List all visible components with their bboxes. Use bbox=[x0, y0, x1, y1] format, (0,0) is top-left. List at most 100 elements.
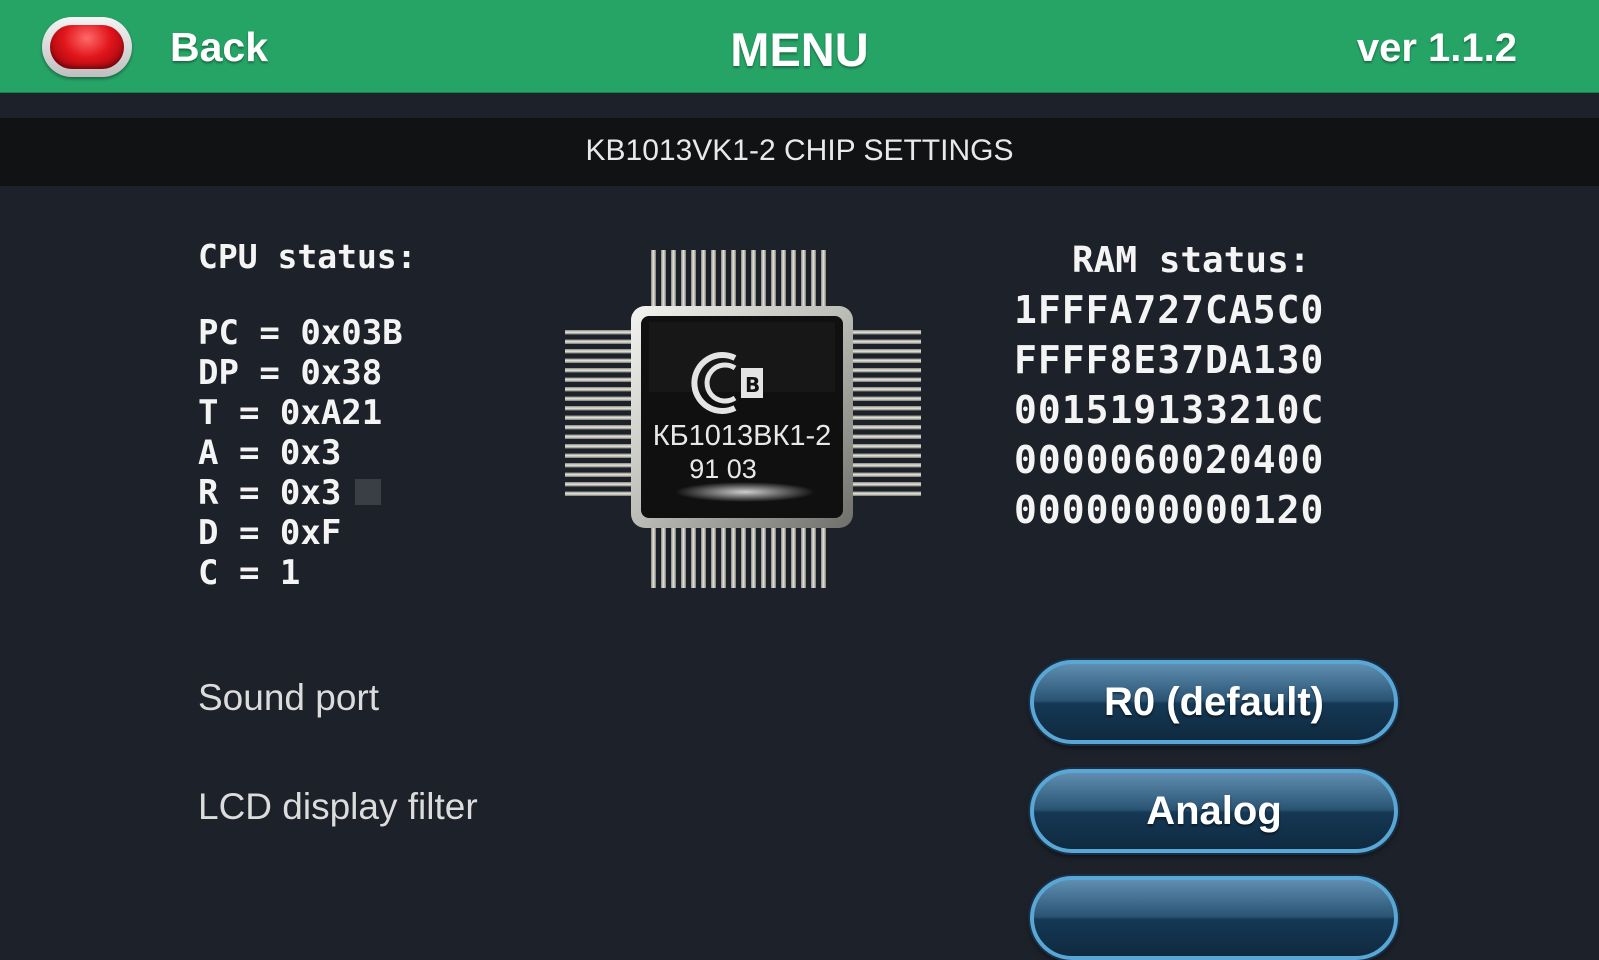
chip-pin bbox=[651, 250, 656, 308]
chip-pin bbox=[751, 250, 756, 308]
lcd-filter-label: LCD display filter bbox=[198, 786, 478, 827]
chip-pin bbox=[731, 250, 736, 308]
register-d: D = 0xF bbox=[198, 513, 342, 553]
chip-pin bbox=[791, 250, 796, 308]
lcd-filter-value: Analog bbox=[1146, 788, 1282, 833]
chip-pin bbox=[761, 250, 766, 308]
chip-pin bbox=[801, 250, 806, 308]
chip-pin bbox=[565, 406, 633, 411]
chip-pin bbox=[681, 526, 686, 588]
chip-pin bbox=[851, 463, 921, 468]
ram-row: FFFF8E37DA130 bbox=[1014, 338, 1325, 382]
chip-pin bbox=[851, 444, 921, 449]
chip-pin bbox=[651, 526, 656, 588]
chip-pin bbox=[751, 526, 756, 588]
chip-image: В КБ1013ВК1-2 91 03 bbox=[565, 250, 921, 588]
chip-pin bbox=[851, 482, 921, 487]
chip-pin bbox=[565, 434, 633, 439]
chip-pin bbox=[731, 526, 736, 588]
cpu-status-title: CPU status: bbox=[198, 237, 417, 276]
chip-pin bbox=[781, 526, 786, 588]
chip-pin bbox=[851, 396, 921, 401]
chip-pin bbox=[565, 330, 633, 335]
chip-pin bbox=[661, 250, 666, 308]
chip-pin bbox=[771, 526, 776, 588]
version-label: ver 1.1.2 bbox=[1356, 26, 1517, 70]
ram-row: 0000060020400 bbox=[1014, 438, 1325, 482]
chip-pin bbox=[851, 434, 921, 439]
sound-port-button[interactable]: R0 (default) bbox=[1030, 660, 1398, 744]
top-bar: Back MENU ver 1.1.2 bbox=[0, 0, 1599, 93]
chip-pin bbox=[565, 349, 633, 354]
chip-pin bbox=[565, 472, 633, 477]
chip-pin bbox=[691, 526, 696, 588]
chip-pin bbox=[741, 250, 746, 308]
section-title: KB1013VK1-2 CHIP SETTINGS bbox=[585, 134, 1014, 167]
chip-pin bbox=[851, 425, 921, 430]
chip-pin bbox=[801, 526, 806, 588]
chip-pin bbox=[565, 358, 633, 363]
chip-pin bbox=[771, 250, 776, 308]
chip-pin bbox=[811, 250, 816, 308]
chip-pin bbox=[851, 358, 921, 363]
sound-port-label: Sound port bbox=[198, 677, 380, 718]
chip-pin bbox=[661, 526, 666, 588]
chip-pin bbox=[821, 526, 826, 588]
ram-row: 001519133210C bbox=[1014, 388, 1325, 432]
chip-pin bbox=[851, 406, 921, 411]
chip-pin bbox=[565, 453, 633, 458]
next-setting-button[interactable] bbox=[1030, 876, 1398, 960]
chip-pin bbox=[851, 453, 921, 458]
chip-pin bbox=[565, 463, 633, 468]
chip-pin bbox=[851, 472, 921, 477]
chip-pin bbox=[811, 526, 816, 588]
chip-pin bbox=[711, 526, 716, 588]
ram-row: 0000000000120 bbox=[1014, 488, 1325, 532]
chip-pin bbox=[851, 387, 921, 392]
chip-pin bbox=[851, 415, 921, 420]
chip-pin bbox=[781, 250, 786, 308]
register-dp: DP = 0x38 bbox=[198, 353, 383, 393]
chip-pin bbox=[565, 377, 633, 382]
register-r: R = 0x3 bbox=[198, 473, 342, 513]
chip-pin bbox=[851, 330, 921, 335]
chip-pin bbox=[851, 491, 921, 496]
register-t: T = 0xA21 bbox=[198, 393, 383, 433]
chip-pin bbox=[565, 339, 633, 344]
chip-pin bbox=[851, 368, 921, 373]
ram-status-title: RAM status: bbox=[1072, 240, 1311, 281]
chip-pin bbox=[851, 349, 921, 354]
register-pc: PC = 0x03B bbox=[198, 313, 403, 353]
chip-pin bbox=[741, 526, 746, 588]
chip-pin bbox=[721, 526, 726, 588]
chip-date-code: 91 03 bbox=[689, 454, 757, 484]
register-a: A = 0x3 bbox=[198, 433, 342, 473]
chip-pin bbox=[565, 444, 633, 449]
r-indicator-square bbox=[355, 478, 382, 505]
chip-pin bbox=[791, 526, 796, 588]
chip-pin bbox=[565, 368, 633, 373]
chip-pin bbox=[681, 250, 686, 308]
chip-pin bbox=[565, 491, 633, 496]
chip-pin bbox=[691, 250, 696, 308]
ram-row: 1FFFA727CA5C0 bbox=[1014, 288, 1325, 332]
cpu-register-list: PC = 0x03B DP = 0x38 T = 0xA21 A = 0x3 R… bbox=[198, 313, 403, 593]
chip-pin bbox=[701, 250, 706, 308]
ram-row-list: 1FFFA727CA5C0 FFFF8E37DA130 001519133210… bbox=[1014, 285, 1324, 535]
chip-pin bbox=[701, 526, 706, 588]
chip-pin bbox=[671, 250, 676, 308]
chip-pin bbox=[565, 425, 633, 430]
chip-pin bbox=[565, 482, 633, 487]
chip-pin bbox=[851, 339, 921, 344]
lcd-filter-button[interactable]: Analog bbox=[1030, 769, 1398, 853]
chip-pin bbox=[565, 396, 633, 401]
register-r-row: R = 0x3 bbox=[198, 473, 403, 513]
svg-text:В: В bbox=[745, 373, 760, 397]
chip-pin bbox=[851, 377, 921, 382]
chip-pin bbox=[711, 250, 716, 308]
chip-pin bbox=[565, 387, 633, 392]
chip-pin bbox=[821, 250, 826, 308]
chip-pin bbox=[761, 526, 766, 588]
chip-pin bbox=[721, 250, 726, 308]
chip-pin bbox=[565, 415, 633, 420]
